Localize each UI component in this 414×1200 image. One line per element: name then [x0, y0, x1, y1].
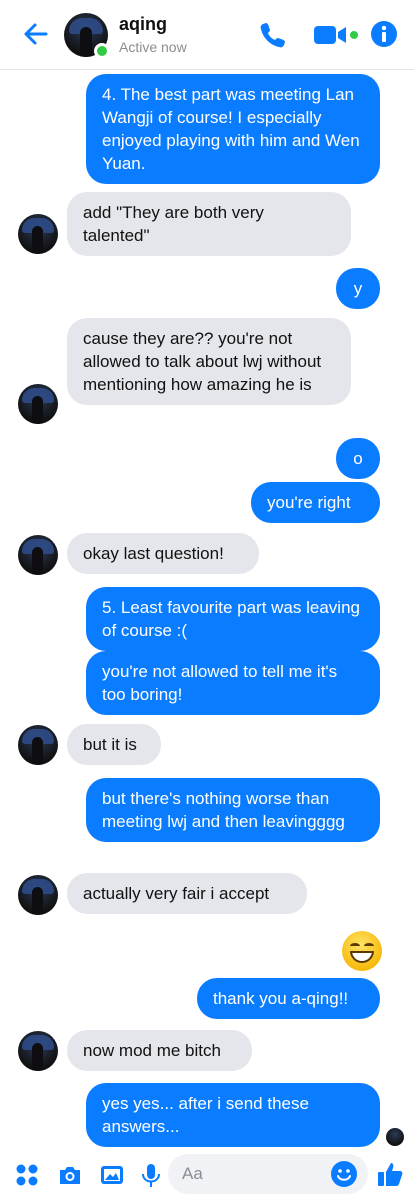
sender-avatar[interactable] — [18, 214, 58, 254]
sender-avatar[interactable] — [18, 725, 58, 765]
message-bubble-outgoing[interactable]: you're right — [251, 482, 380, 523]
message-bubble-outgoing[interactable]: but there's nothing worse than meeting l… — [86, 778, 380, 842]
sender-avatar[interactable] — [18, 875, 58, 915]
contact-name[interactable]: aqing — [119, 14, 167, 35]
message-bubble-outgoing[interactable]: 4. The best part was meeting Lan Wangji … — [86, 74, 380, 184]
thumbs-up-icon[interactable] — [376, 1160, 404, 1188]
phone-icon[interactable] — [258, 20, 288, 50]
microphone-icon[interactable] — [140, 1162, 162, 1188]
message-bubble-incoming[interactable]: okay last question! — [67, 533, 259, 574]
video-camera-icon[interactable] — [312, 20, 360, 50]
sender-avatar[interactable] — [18, 384, 58, 424]
message-bubble-incoming[interactable]: but it is — [67, 724, 161, 765]
message-bubble-incoming[interactable]: cause they are?? you're not allowed to t… — [67, 318, 351, 405]
message-bubble-outgoing[interactable]: o — [336, 438, 380, 479]
apps-grid-icon[interactable] — [14, 1162, 40, 1188]
camera-icon[interactable] — [57, 1162, 83, 1188]
message-input[interactable] — [182, 1154, 322, 1194]
conversation-header: aqing Active now — [0, 0, 414, 70]
image-icon[interactable] — [99, 1162, 125, 1188]
sender-avatar[interactable] — [18, 535, 58, 575]
message-bubble-incoming[interactable]: now mod me bitch — [67, 1030, 252, 1071]
sender-avatar[interactable] — [18, 1031, 58, 1071]
message-bubble-incoming[interactable]: actually very fair i accept — [67, 873, 307, 914]
online-status-dot — [94, 43, 110, 59]
emoji-icon[interactable] — [330, 1160, 358, 1188]
grinning-face-emoji[interactable] — [342, 931, 382, 971]
info-icon[interactable] — [370, 20, 398, 48]
message-bubble-outgoing[interactable]: y — [336, 268, 380, 309]
message-bubble-incoming[interactable]: add "They are both very talented" — [67, 192, 351, 256]
message-composer — [0, 1150, 414, 1200]
message-bubble-outgoing[interactable]: you're not allowed to tell me it's too b… — [86, 651, 380, 715]
message-bubble-outgoing[interactable]: thank you a-qing!! — [197, 978, 380, 1019]
message-bubble-outgoing[interactable]: yes yes... after i send these answers... — [86, 1083, 380, 1147]
message-bubble-outgoing[interactable]: 5. Least favourite part was leaving of c… — [86, 587, 380, 651]
contact-avatar[interactable] — [64, 13, 110, 59]
back-arrow-icon[interactable] — [22, 20, 50, 48]
message-input-field[interactable] — [168, 1154, 368, 1194]
contact-status: Active now — [119, 39, 187, 55]
seen-receipt-avatar — [386, 1128, 404, 1146]
